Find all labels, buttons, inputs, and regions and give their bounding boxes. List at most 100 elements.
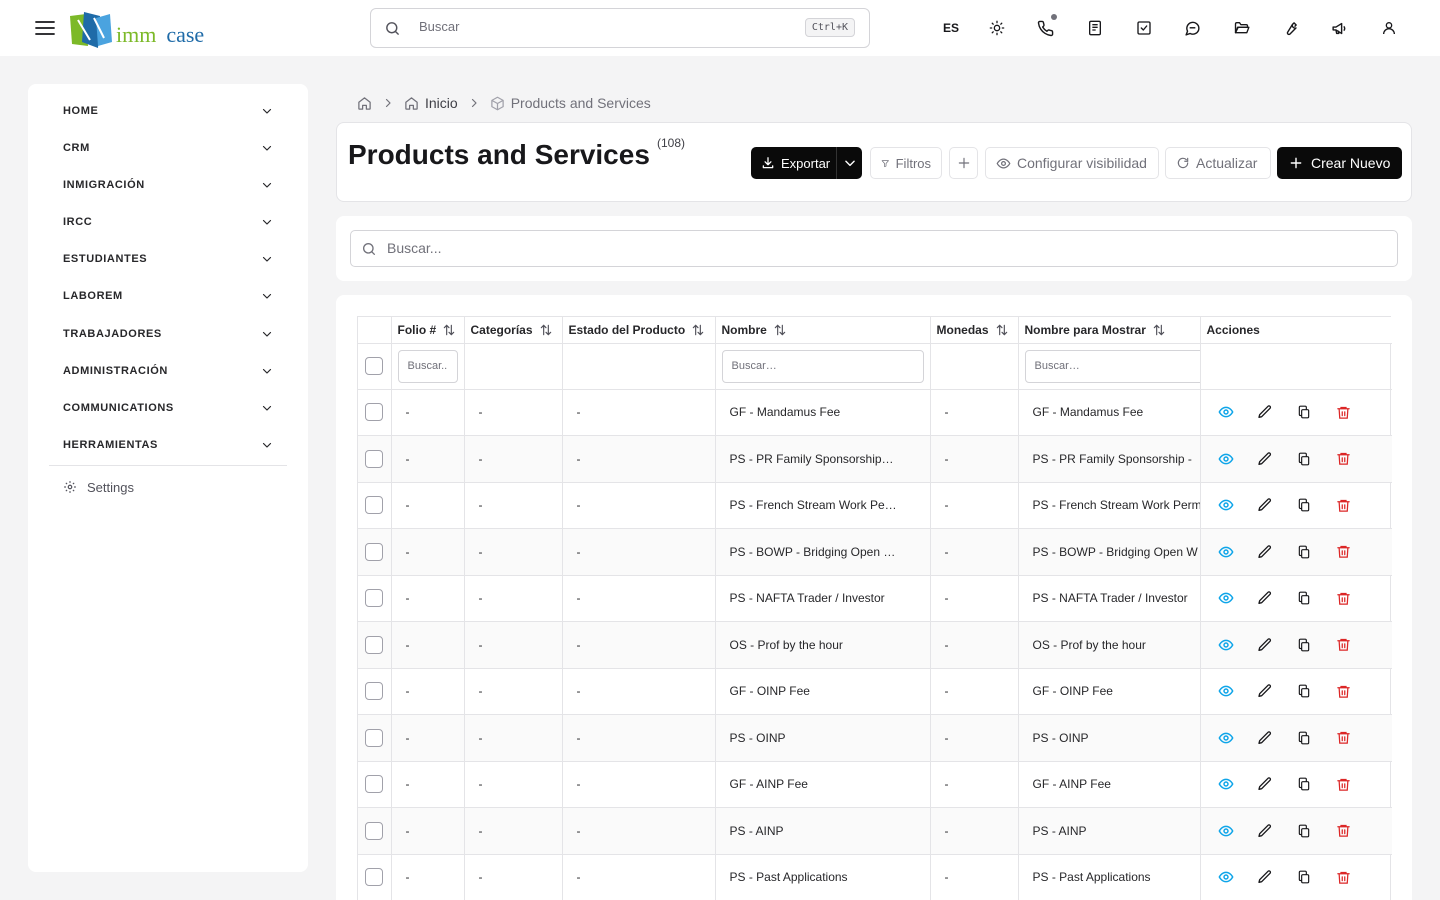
row-checkbox[interactable]	[365, 635, 384, 654]
table-row[interactable]: - - - GF - Mandamus Fee - GF - Mandamus …	[358, 389, 1392, 436]
table-row[interactable]: - - - OS - Prof by the hour - OS - Prof …	[358, 621, 1392, 669]
edit-button[interactable]	[1246, 816, 1285, 846]
column-header-mostrar[interactable]: Nombre para Mostrar	[1018, 317, 1201, 344]
filter-input-mostrar[interactable]	[1024, 349, 1199, 383]
delete-button[interactable]	[1324, 490, 1363, 520]
phone-button[interactable]	[1021, 0, 1070, 56]
sort-icon[interactable]	[442, 323, 456, 337]
view-button[interactable]	[1207, 723, 1246, 753]
duplicate-button[interactable]	[1285, 630, 1324, 660]
delete-button[interactable]	[1324, 583, 1363, 613]
column-header-nombre[interactable]: Nombre	[715, 317, 931, 344]
sidebar-item-laborem[interactable]: LABOREM	[63, 281, 273, 311]
sidebar-item-home[interactable]: HOME	[63, 96, 273, 126]
sidebar-item-ircc[interactable]: IRCC	[63, 207, 273, 237]
refresh-button[interactable]: Actualizar	[1165, 147, 1271, 179]
table-row[interactable]: - - - PS - OINP - PS - OINP	[358, 714, 1392, 762]
delete-button[interactable]	[1324, 676, 1363, 706]
edit-button[interactable]	[1246, 537, 1285, 567]
column-header-folio[interactable]: Folio #	[391, 317, 465, 344]
row-checkbox[interactable]	[365, 496, 384, 515]
delete-button[interactable]	[1324, 816, 1363, 846]
row-checkbox[interactable]	[365, 682, 384, 701]
edit-button[interactable]	[1246, 490, 1285, 520]
table-row[interactable]: - - - PS - French Stream Work Pe… - PS -…	[358, 482, 1392, 529]
view-button[interactable]	[1207, 444, 1246, 474]
edit-button[interactable]	[1246, 723, 1285, 753]
view-button[interactable]	[1207, 769, 1246, 799]
row-checkbox[interactable]	[365, 821, 384, 840]
visibility-settings-button[interactable]: Configurar visibilidad	[985, 147, 1159, 179]
announcements-button[interactable]	[1315, 0, 1364, 56]
duplicate-button[interactable]	[1285, 444, 1324, 474]
column-header-monedas[interactable]: Monedas	[930, 317, 1019, 344]
row-checkbox[interactable]	[365, 728, 384, 747]
sidebar-item-inmigracion[interactable]: INMIGRACIÓN	[63, 170, 273, 200]
edit-button[interactable]	[1246, 397, 1285, 427]
edit-button[interactable]	[1246, 444, 1285, 474]
view-button[interactable]	[1207, 676, 1246, 706]
create-new-button[interactable]: Crear Nuevo	[1277, 147, 1402, 179]
menu-icon[interactable]	[32, 15, 58, 41]
row-checkbox[interactable]	[365, 542, 384, 561]
duplicate-button[interactable]	[1285, 397, 1324, 427]
sidebar-item-estudiantes[interactable]: ESTUDIANTES	[63, 244, 273, 274]
sort-icon[interactable]	[1152, 323, 1166, 337]
column-header-categorias[interactable]: Categorías	[464, 317, 563, 344]
table-row[interactable]: - - - PS - PR Family Sponsorship… - PS -…	[358, 435, 1392, 483]
duplicate-button[interactable]	[1285, 723, 1324, 753]
delete-button[interactable]	[1324, 769, 1363, 799]
edit-button[interactable]	[1246, 769, 1285, 799]
row-checkbox[interactable]	[365, 449, 384, 468]
theme-toggle[interactable]	[972, 0, 1021, 56]
language-switch[interactable]: ES	[930, 0, 972, 56]
duplicate-button[interactable]	[1285, 490, 1324, 520]
sort-icon[interactable]	[539, 323, 553, 337]
global-search[interactable]: Ctrl+K	[370, 8, 870, 48]
delete-button[interactable]	[1324, 630, 1363, 660]
row-checkbox[interactable]	[365, 403, 384, 422]
sidebar-item-trabajadores[interactable]: TRABAJADORES	[63, 319, 273, 349]
view-button[interactable]	[1207, 816, 1246, 846]
global-search-input[interactable]	[419, 19, 779, 34]
table-row[interactable]: - - - GF - OINP Fee - GF - OINP Fee	[358, 668, 1392, 715]
view-button[interactable]	[1207, 490, 1246, 520]
sort-icon[interactable]	[995, 323, 1009, 337]
view-button[interactable]	[1207, 630, 1246, 660]
view-button[interactable]	[1207, 862, 1246, 892]
delete-button[interactable]	[1324, 537, 1363, 567]
table-row[interactable]: - - - PS - Past Applications - PS - Past…	[358, 854, 1392, 900]
edit-button[interactable]	[1246, 676, 1285, 706]
table-row[interactable]: - - - PS - AINP - PS - AINP	[358, 807, 1392, 855]
select-all-checkbox[interactable]	[365, 357, 384, 375]
breadcrumb-inicio[interactable]: Inicio	[404, 95, 458, 111]
messages-button[interactable]	[1168, 0, 1217, 56]
export-button[interactable]: Exportar	[751, 147, 837, 179]
delete-button[interactable]	[1324, 397, 1363, 427]
delete-button[interactable]	[1324, 862, 1363, 892]
view-button[interactable]	[1207, 397, 1246, 427]
row-checkbox[interactable]	[365, 868, 384, 887]
column-header-estado[interactable]: Estado del Producto	[562, 317, 716, 344]
tasks-button[interactable]	[1119, 0, 1168, 56]
add-filter-button[interactable]	[949, 147, 978, 179]
sidebar-item-crm[interactable]: CRM	[63, 133, 273, 163]
breadcrumb-home-icon[interactable]	[357, 96, 372, 111]
row-checkbox[interactable]	[365, 775, 384, 794]
user-menu-button[interactable]	[1364, 0, 1413, 56]
delete-button[interactable]	[1324, 444, 1363, 474]
sort-icon[interactable]	[691, 323, 705, 337]
table-row[interactable]: - - - GF - AINP Fee - GF - AINP Fee	[358, 761, 1392, 808]
table-search[interactable]	[350, 230, 1398, 267]
duplicate-button[interactable]	[1285, 583, 1324, 613]
duplicate-button[interactable]	[1285, 676, 1324, 706]
filter-input-folio[interactable]	[397, 349, 458, 383]
logo[interactable]: imm case	[70, 10, 204, 48]
tools-button[interactable]	[1266, 0, 1315, 56]
sidebar-item-administracion[interactable]: ADMINISTRACIÓN	[63, 356, 273, 386]
delete-button[interactable]	[1324, 723, 1363, 753]
sort-icon[interactable]	[773, 323, 787, 337]
table-row[interactable]: - - - PS - BOWP - Bridging Open … - PS -…	[358, 528, 1392, 576]
view-button[interactable]	[1207, 537, 1246, 567]
notes-button[interactable]	[1070, 0, 1119, 56]
